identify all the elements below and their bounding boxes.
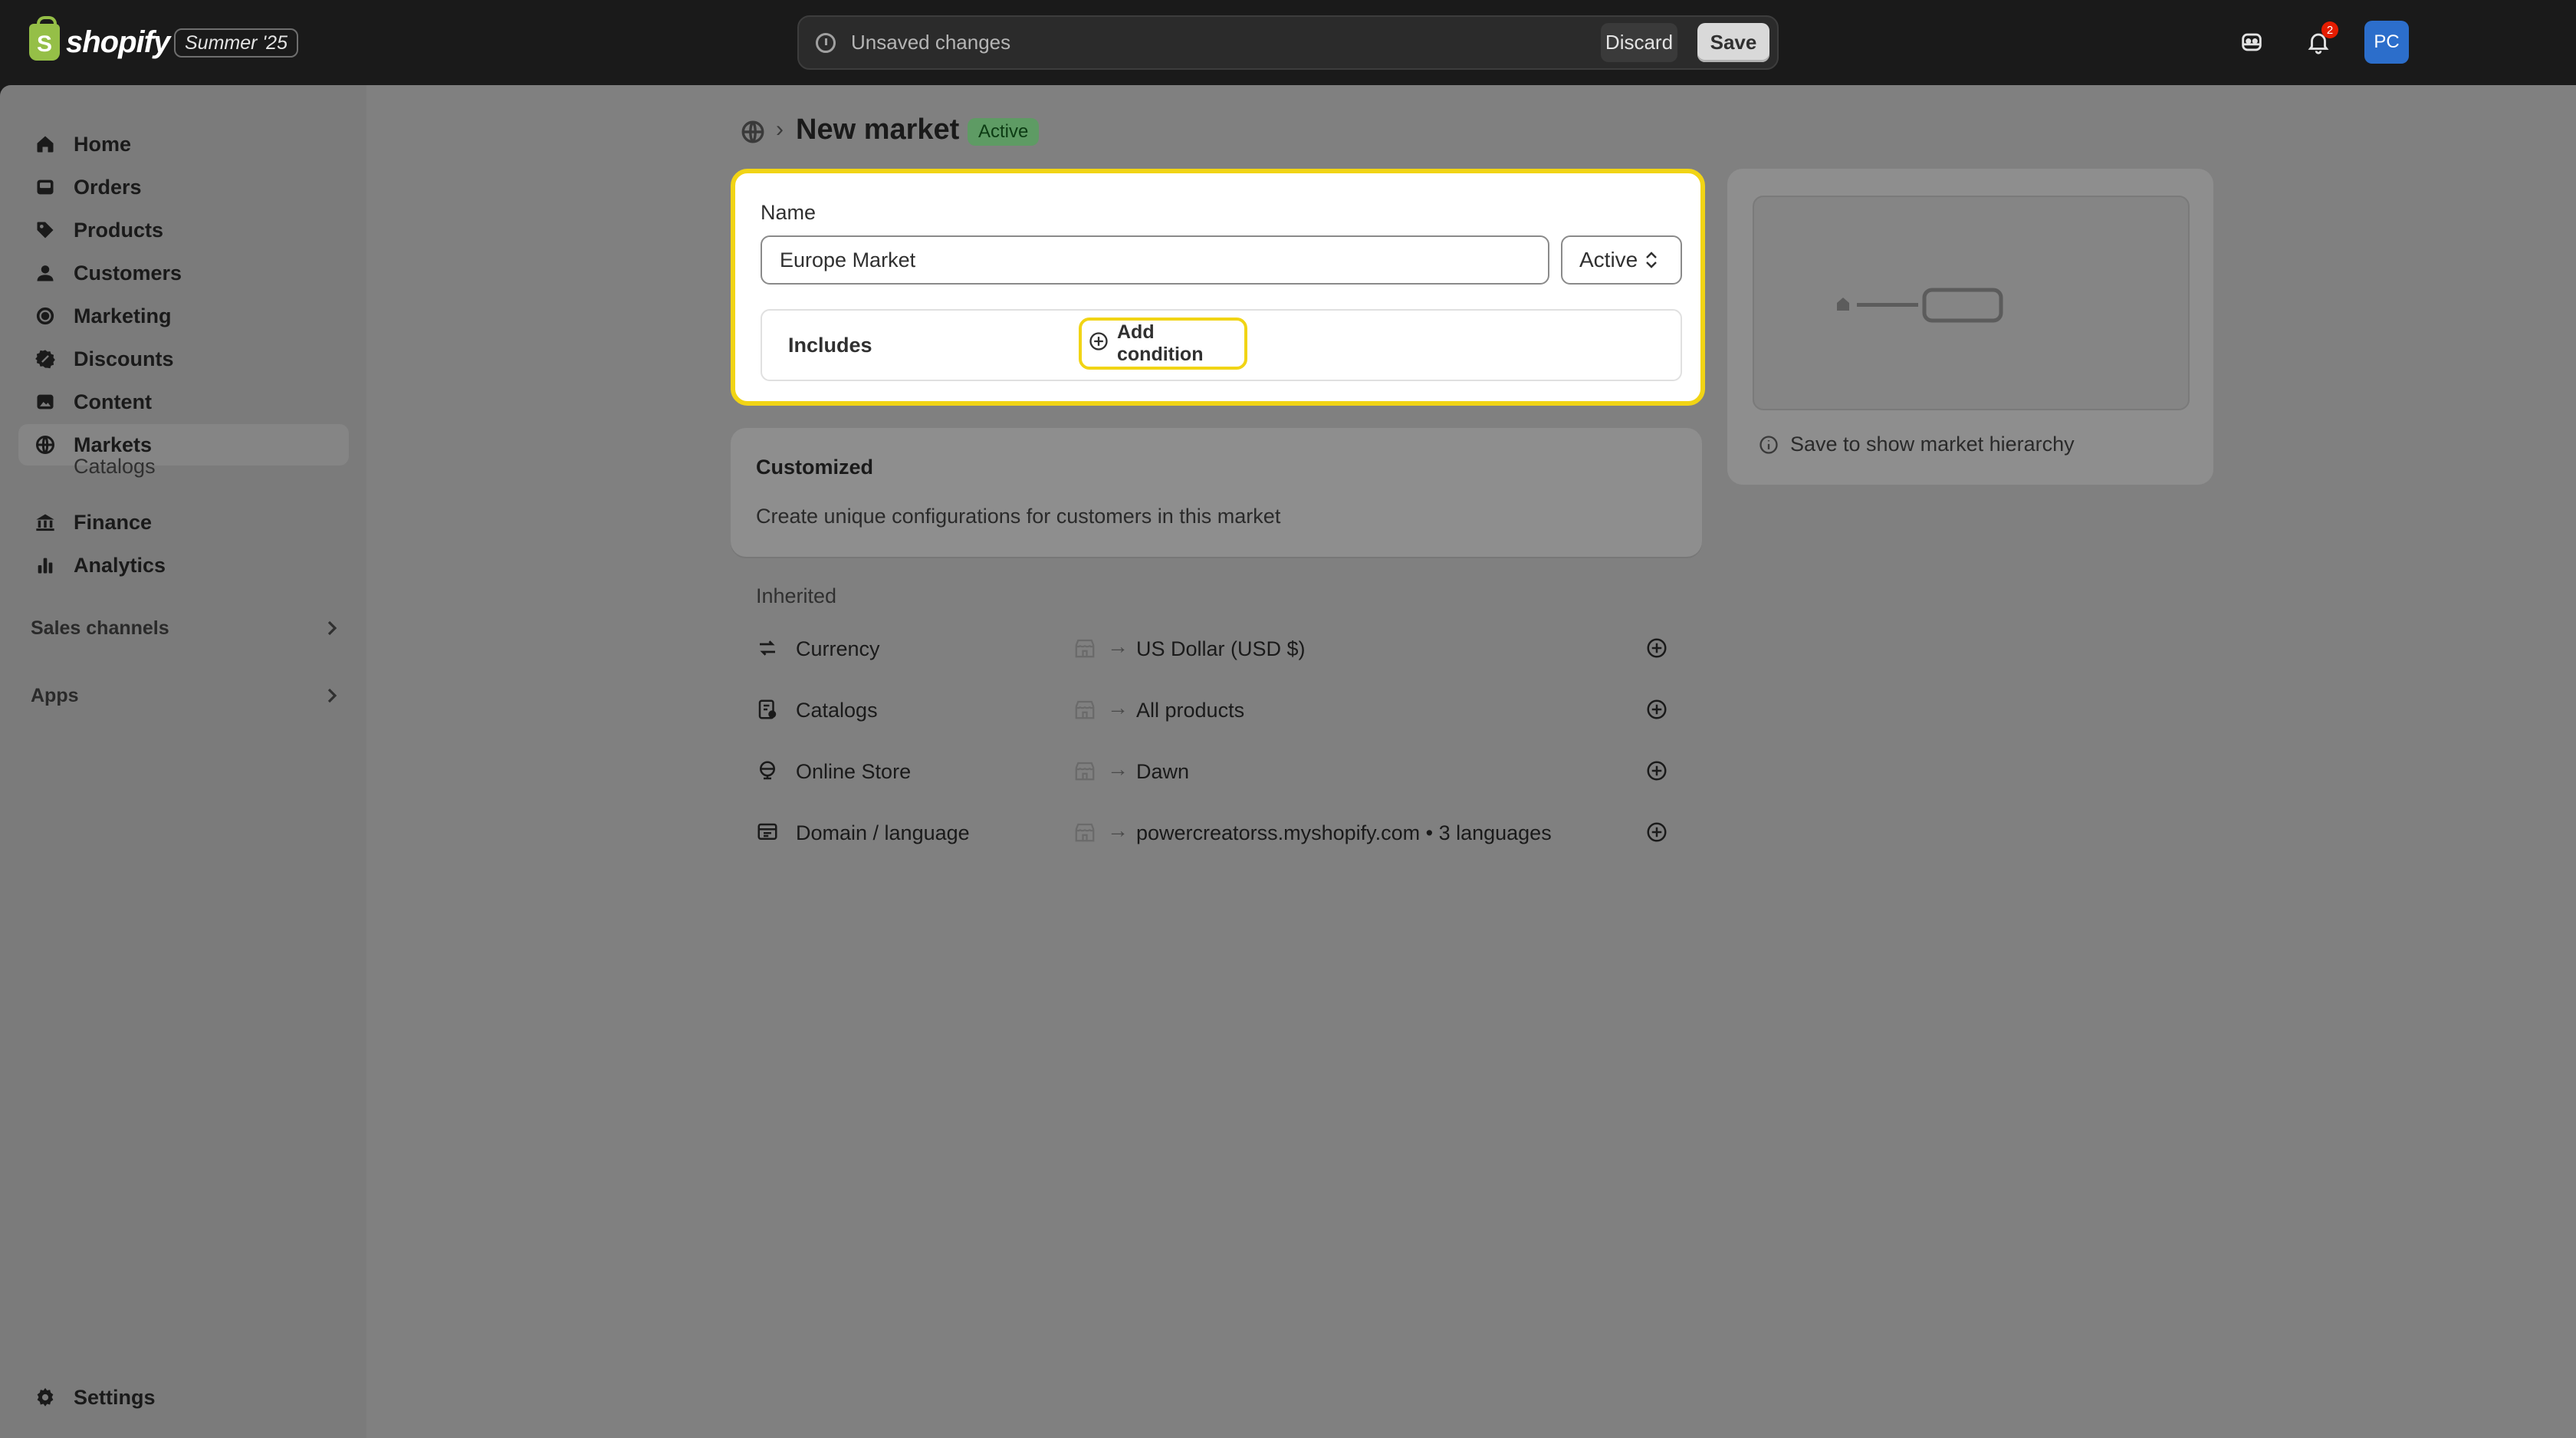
customized-title: Customized (756, 456, 874, 479)
includes-label: Includes (788, 334, 872, 357)
breadcrumb-chevron-icon: › (776, 117, 784, 142)
market-hierarchy-card: Save to show market hierarchy (1727, 169, 2213, 485)
arrow-right-icon: → (1107, 818, 1129, 842)
person-icon (34, 262, 57, 285)
sidebar-item-content[interactable]: Content (18, 381, 349, 423)
hierarchy-note: Save to show market hierarchy (1758, 433, 2075, 456)
add-condition-button[interactable]: Add condition (1079, 318, 1247, 370)
info-icon (1760, 435, 1778, 454)
customized-description: Create unique configurations for custome… (756, 505, 1281, 528)
market-name-input[interactable] (761, 235, 1549, 285)
inherited-row-currency[interactable]: Currency → US Dollar (USD $) (756, 631, 1676, 665)
unsaved-changes-text: Unsaved changes (851, 31, 1011, 54)
inherited-row-domain-language[interactable]: Domain / language → powercreatorss.mysho… (756, 815, 1676, 849)
includes-conditions: Includes Add condition (761, 309, 1682, 381)
save-button[interactable]: Save (1697, 23, 1769, 62)
store-icon (1073, 821, 1096, 843)
inbox-icon (34, 176, 57, 199)
target-icon (34, 304, 57, 327)
globe-icon (34, 433, 57, 456)
contextual-save-bar: Unsaved changes Discard Save (797, 15, 1779, 70)
chevron-right-icon (324, 686, 340, 710)
sidebar-item-markets[interactable]: Markets (18, 424, 349, 466)
sidebar-item-home[interactable]: Home (18, 123, 349, 165)
status-badge: Active (968, 118, 1040, 146)
arrow-right-icon: → (1107, 696, 1129, 719)
home-icon (34, 133, 57, 156)
sidebar-item-products[interactable]: Products (18, 209, 349, 251)
sidebar: Home Orders Products Customers Marketing… (0, 85, 366, 1438)
market-name-card: Name Active Includes Add condition (731, 169, 1705, 406)
alert-circle-icon (816, 32, 836, 53)
gear-icon (34, 1386, 57, 1409)
sidebar-item-customers[interactable]: Customers (18, 252, 349, 294)
inherited-row-catalogs[interactable]: Catalogs → All products (756, 693, 1676, 726)
shopify-bag-icon: S (29, 16, 60, 61)
sidebar-subitem-catalogs[interactable]: Catalogs (74, 455, 156, 479)
page-title: New market (796, 114, 960, 146)
store-icon (1073, 637, 1096, 659)
domain-icon (756, 821, 779, 844)
shopify-logo[interactable]: S shopify (29, 16, 170, 63)
bar-chart-icon (34, 554, 57, 577)
sidebar-item-discounts[interactable]: Discounts (18, 338, 349, 380)
sidebar-item-settings[interactable]: Settings (18, 1377, 349, 1418)
bank-icon (34, 511, 57, 534)
plus-circle-icon[interactable] (1645, 637, 1668, 660)
market-status-select[interactable]: Active (1561, 235, 1682, 285)
sidebar-section-sales-channels[interactable]: Sales channels (31, 611, 349, 645)
sidebar-item-analytics[interactable]: Analytics (18, 545, 349, 586)
top-bar: S shopify Summer '25 Unsaved changes Dis… (0, 0, 2576, 85)
edition-badge[interactable]: Summer '25 (174, 28, 298, 58)
select-arrows-icon (1645, 250, 1658, 270)
store-icon (1073, 699, 1096, 720)
image-icon (34, 390, 57, 413)
sidebar-item-marketing[interactable]: Marketing (18, 295, 349, 337)
notification-badge: 2 (2321, 21, 2338, 38)
customized-card: Customized Create unique configurations … (731, 428, 1702, 557)
plus-circle-icon[interactable] (1645, 821, 1668, 844)
store-icon (1073, 760, 1096, 782)
plus-circle-icon (1088, 331, 1109, 357)
discount-icon (34, 347, 57, 370)
inherited-row-online-store[interactable]: Online Store → Dawn (756, 754, 1676, 788)
inherited-title: Inherited (756, 584, 837, 607)
sidebar-section-apps[interactable]: Apps (31, 679, 349, 712)
hierarchy-preview (1753, 196, 2190, 410)
plus-circle-icon[interactable] (1645, 698, 1668, 721)
arrow-right-icon: → (1107, 757, 1129, 781)
currency-icon (756, 637, 779, 660)
plus-circle-icon[interactable] (1645, 759, 1668, 782)
sidebar-item-orders[interactable]: Orders (18, 166, 349, 208)
name-label: Name (761, 201, 816, 224)
catalog-icon (756, 698, 779, 721)
logo-wordmark: shopify (66, 25, 170, 59)
markets-breadcrumb-globe-icon[interactable] (740, 119, 766, 145)
avatar[interactable]: PC (2364, 21, 2409, 64)
arrow-right-icon: → (1107, 634, 1129, 658)
discard-button[interactable]: Discard (1601, 23, 1677, 62)
shop-assistant-icon[interactable] (2235, 25, 2269, 59)
online-store-icon (756, 759, 779, 782)
sidebar-item-finance[interactable]: Finance (18, 502, 349, 543)
hierarchy-diagram-icon (1837, 288, 2003, 323)
chevron-right-icon (324, 619, 340, 643)
tag-icon (34, 219, 57, 242)
